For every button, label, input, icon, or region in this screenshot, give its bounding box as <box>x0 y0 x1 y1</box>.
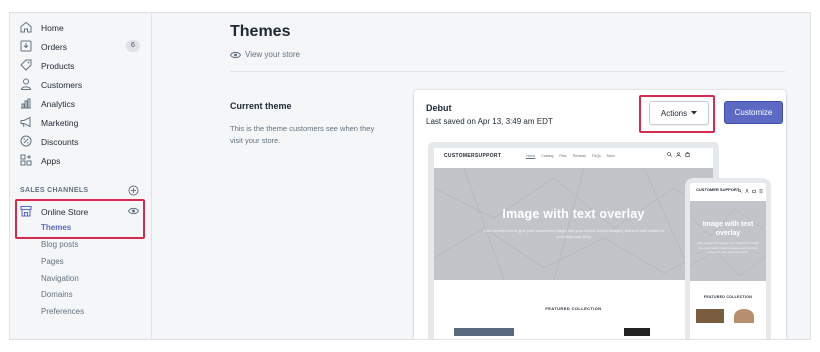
mobile-preview: CUSTOMER SUPPORT Image with text overlay… <box>685 178 771 339</box>
caret-down-icon <box>691 111 698 115</box>
sidebar-item-label: Apps <box>41 155 61 166</box>
home-icon <box>20 21 32 33</box>
preview-header-icons <box>667 152 690 157</box>
preview-mobile-hero-title: Image with text overlay <box>702 221 754 237</box>
preview-mobile-featured-heading: FEATURED COLLECTION <box>703 295 753 299</box>
discount-icon <box>20 135 32 147</box>
sales-channels-heading: SALES CHANNELS <box>20 187 89 194</box>
sidebar-item-label: Analytics <box>41 98 76 109</box>
preview-featured-heading: FEATURED COLLECTION <box>545 306 602 311</box>
sidebar-item-analytics[interactable]: Analytics <box>10 94 152 113</box>
tag-icon <box>20 59 32 71</box>
menu-icon <box>759 189 763 193</box>
orders-icon <box>20 40 32 52</box>
orders-count-badge: 6 <box>126 40 140 52</box>
search-icon <box>667 152 672 157</box>
apps-icon <box>20 154 32 166</box>
preview-nav-links: Home Catalog Files Reviews FAQs More <box>526 154 615 158</box>
search-icon <box>738 189 742 193</box>
divider <box>230 71 785 72</box>
sidebar-subitem-blog-posts[interactable]: Blog posts <box>41 240 78 249</box>
preview-nav-link: Reviews <box>572 154 587 158</box>
preview-store-logo: CUSTOMERSUPPORT <box>444 153 502 159</box>
customize-label: Customize <box>734 108 773 117</box>
preview-hero: Image with text overlay Use overlay text… <box>434 168 713 280</box>
account-icon <box>676 152 681 157</box>
store-icon <box>20 205 32 217</box>
eye-icon[interactable] <box>128 207 139 215</box>
view-store-label: View your store <box>245 50 300 59</box>
sidebar-item-customers[interactable]: Customers <box>10 75 152 94</box>
sidebar-item-label: Customers <box>41 79 83 90</box>
sidebar-item-label: Home <box>41 22 64 33</box>
customize-button[interactable]: Customize <box>724 101 783 124</box>
view-store-link[interactable]: View your store <box>230 50 300 59</box>
sidebar-item-home[interactable]: Home <box>10 18 152 37</box>
preview-nav-link: Home <box>526 154 536 158</box>
preview-nav-link: Catalog <box>541 154 554 158</box>
sidebar-subitem-pages[interactable]: Pages <box>41 257 64 266</box>
cart-icon <box>752 189 756 193</box>
current-theme-description: This is the theme customers see when the… <box>230 124 375 145</box>
actions-label: Actions <box>660 108 688 118</box>
theme-saved-timestamp: Last saved on Apr 13, 3:49 am EDT <box>426 117 553 126</box>
preview-hero-title: Image with text overlay <box>502 207 645 221</box>
preview-product-tile <box>734 309 754 323</box>
sidebar-item-apps[interactable]: Apps <box>10 151 152 170</box>
preview-mobile-hero-subtitle: Use overlay text to give your customers … <box>696 241 760 254</box>
sidebar-subitem-themes[interactable]: Themes <box>41 223 71 232</box>
eye-icon <box>230 51 241 58</box>
preview-nav-link: More <box>606 154 615 158</box>
preview-mobile-logo: CUSTOMER SUPPORT <box>696 187 740 192</box>
preview-mobile-hero: Image with text overlay Use overlay text… <box>690 201 766 281</box>
cart-icon <box>685 152 690 157</box>
actions-button[interactable]: Actions <box>649 101 709 125</box>
sidebar-subitem-preferences[interactable]: Preferences <box>41 307 84 316</box>
bar-chart-icon <box>21 98 31 109</box>
person-icon <box>20 78 32 90</box>
sidebar-item-label: Online Store <box>41 206 89 217</box>
preview-nav-link: FAQs <box>592 154 601 158</box>
admin-window: Home Orders 6 Products Customers Analyti… <box>9 12 811 340</box>
preview-product-tile <box>454 328 514 336</box>
main-content: Themes View your store Current theme Thi… <box>153 13 810 339</box>
preview-nav: CUSTOMERSUPPORT Home Catalog Files Revie… <box>434 148 713 166</box>
sidebar-subitem-navigation[interactable]: Navigation <box>41 274 79 283</box>
theme-name: Debut <box>426 103 452 113</box>
sidebar-item-label: Discounts <box>41 136 79 147</box>
sidebar-subitem-domains[interactable]: Domains <box>41 290 73 299</box>
sidebar-item-label: Marketing <box>41 117 79 128</box>
sidebar-item-discounts[interactable]: Discounts <box>10 132 152 151</box>
current-theme-heading: Current theme <box>230 101 292 111</box>
sidebar-item-online-store[interactable]: Online Store <box>10 202 152 221</box>
preview-product-tile <box>624 328 650 336</box>
sidebar-item-marketing[interactable]: Marketing <box>10 113 152 132</box>
sidebar-item-orders[interactable]: Orders 6 <box>10 37 152 56</box>
add-channel-icon[interactable] <box>128 185 139 196</box>
preview-hero-subtitle: Use overlay text to give your customers … <box>484 228 664 239</box>
preview-nav-link: Files <box>559 154 567 158</box>
account-icon <box>745 189 749 193</box>
sidebar: Home Orders 6 Products Customers Analyti… <box>10 13 152 339</box>
theme-card: Debut Last saved on Apr 13, 3:49 am EDT … <box>414 90 786 339</box>
desktop-preview: CUSTOMERSUPPORT Home Catalog Files Revie… <box>428 142 719 339</box>
sidebar-item-label: Orders <box>41 41 67 52</box>
sidebar-item-label: Products <box>41 60 75 71</box>
page-title: Themes <box>230 23 291 40</box>
hero-texture-graphic <box>434 168 713 280</box>
preview-product-tile <box>696 309 724 323</box>
sidebar-item-products[interactable]: Products <box>10 56 152 75</box>
preview-mobile-icons <box>738 189 763 193</box>
megaphone-icon <box>20 116 31 128</box>
